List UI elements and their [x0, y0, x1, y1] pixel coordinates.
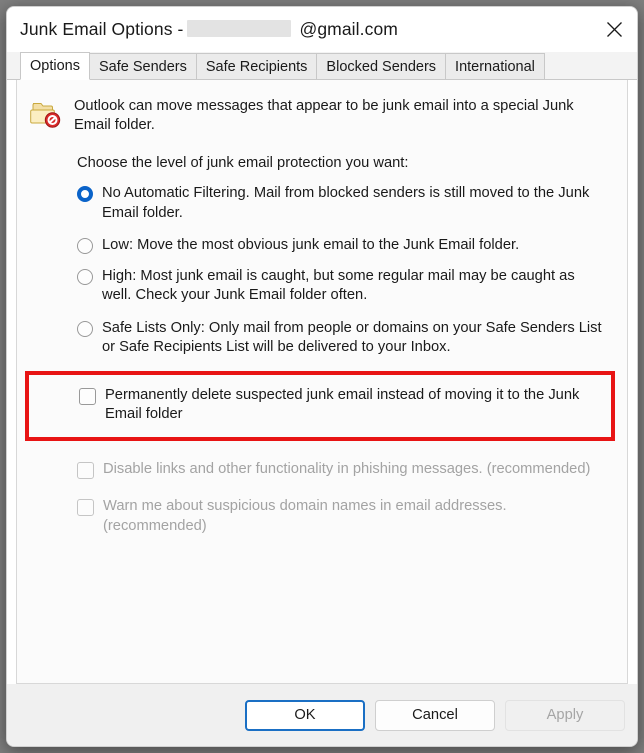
- intro-text: Outlook can move messages that appear to…: [74, 98, 574, 133]
- radio-row-no-automatic-filtering[interactable]: No Automatic Filtering. Mail from blocke…: [17, 184, 627, 223]
- radio-low[interactable]: [77, 238, 93, 254]
- checkbox-label: Permanently delete suspected junk email …: [105, 386, 580, 423]
- checkbox-label: Warn me about suspicious domain names in…: [103, 498, 507, 534]
- intro-section: Outlook can move messages that appear to…: [17, 92, 627, 135]
- radio-safe-lists-only[interactable]: [77, 320, 93, 337]
- dialog-footer: OK Cancel Apply: [7, 684, 637, 746]
- tab-options[interactable]: Options: [20, 52, 90, 80]
- tab-label: Safe Senders: [98, 58, 187, 75]
- checkbox-warn-suspicious-domains: [77, 499, 94, 516]
- radio-row-low[interactable]: Low: Move the most obvious junk email to…: [17, 236, 627, 256]
- tab-international[interactable]: International: [445, 53, 545, 80]
- desktop-background: Junk Email Options - @gmail.com Options S…: [0, 0, 644, 753]
- cancel-button[interactable]: Cancel: [375, 699, 495, 731]
- close-icon: [606, 21, 623, 38]
- checkbox-row-warn-suspicious-domains: Warn me about suspicious domain names in…: [17, 497, 627, 536]
- tab-safe-recipients[interactable]: Safe Recipients: [195, 53, 318, 80]
- radio-row-high[interactable]: High: Most junk email is caught, but som…: [17, 267, 627, 306]
- tab-label: International: [455, 58, 535, 75]
- title-prefix: Junk Email Options -: [20, 19, 184, 39]
- checkbox-permanently-delete[interactable]: [79, 387, 96, 405]
- tab-strip: Options Safe Senders Safe Recipients Blo…: [7, 52, 637, 80]
- tab-safe-senders[interactable]: Safe Senders: [88, 53, 197, 80]
- radio-no-automatic-filtering[interactable]: [77, 186, 93, 202]
- tab-label: Safe Recipients: [205, 58, 308, 75]
- account-domain: @gmail.com: [299, 19, 398, 39]
- checkbox-row-disable-links: Disable links and other functionality in…: [17, 460, 627, 480]
- protection-level-group: No Automatic Filtering. Mail from blocke…: [17, 171, 627, 358]
- tab-blocked-senders[interactable]: Blocked Senders: [316, 53, 447, 80]
- tab-label: Blocked Senders: [326, 58, 437, 75]
- page-title: Junk Email Options - @gmail.com: [20, 19, 398, 40]
- radio-high[interactable]: [77, 268, 93, 285]
- highlight-annotation-box: Permanently delete suspected junk email …: [25, 370, 615, 441]
- junk-folder-icon: [30, 99, 62, 129]
- checkbox-disable-links: [77, 461, 94, 479]
- title-bar: Junk Email Options - @gmail.com: [7, 7, 637, 52]
- protection-level-heading: Choose the level of junk email protectio…: [77, 155, 409, 171]
- radio-label: Safe Lists Only: Only mail from people o…: [102, 319, 602, 356]
- ok-button[interactable]: OK: [245, 699, 365, 731]
- tab-label: Options: [30, 58, 80, 74]
- close-button[interactable]: [591, 7, 637, 52]
- checkbox-row-permanently-delete[interactable]: Permanently delete suspected junk email …: [29, 386, 611, 425]
- apply-button: Apply: [505, 699, 625, 731]
- radio-row-safe-lists-only[interactable]: Safe Lists Only: Only mail from people o…: [17, 319, 627, 358]
- junk-email-options-dialog: Junk Email Options - @gmail.com Options S…: [6, 6, 638, 747]
- checkbox-label: Disable links and other functionality in…: [103, 460, 591, 477]
- phishing-options-group: Disable links and other functionality in…: [17, 441, 627, 537]
- options-tab-panel: Outlook can move messages that appear to…: [16, 80, 628, 684]
- radio-label: High: Most junk email is caught, but som…: [102, 267, 575, 304]
- radio-label: No Automatic Filtering. Mail from blocke…: [102, 185, 590, 221]
- redacted-account-name: [187, 20, 292, 37]
- radio-label: Low: Move the most obvious junk email to…: [102, 237, 520, 253]
